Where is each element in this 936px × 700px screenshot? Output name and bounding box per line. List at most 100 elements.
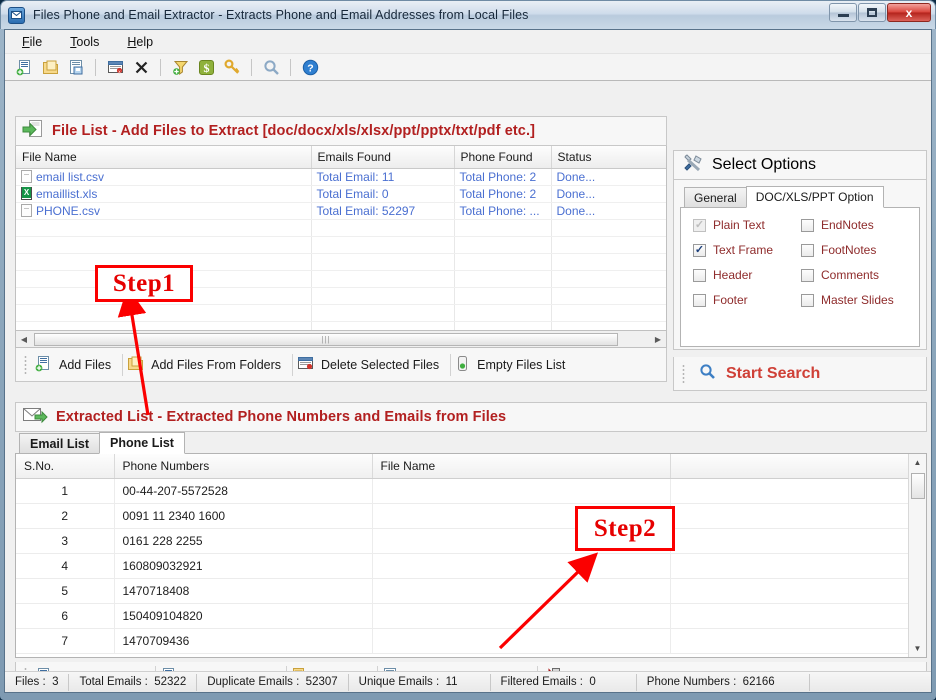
checkbox-icon[interactable] (801, 218, 814, 232)
checkbox-label: EndNotes (821, 218, 874, 232)
table-row[interactable]: 6 150409104820 (16, 603, 909, 629)
table-row[interactable]: emaillist.xls Total Email: 0 Total Phone… (16, 185, 666, 203)
file-list-button-bar: Add Files Add Files From Folders Delete … (15, 348, 667, 382)
phone-cell: 150409104820 (114, 603, 373, 629)
add-files-icon[interactable] (13, 57, 35, 78)
close-button[interactable]: x (887, 3, 931, 22)
sno-cell: 1 (16, 478, 115, 504)
extracted-list-grid[interactable]: S.No. Phone Numbers File Name 1 00-44-207… (15, 453, 927, 658)
table-row[interactable]: 3 0161 228 2255 (16, 528, 909, 554)
save-file-icon[interactable] (65, 57, 87, 78)
checkbox-icon[interactable] (801, 243, 814, 257)
menu-item-help[interactable]: Help (124, 33, 156, 51)
checkbox-icon[interactable] (801, 293, 814, 307)
file-list-grid[interactable]: File Name Emails Found Phone Found Statu… (15, 146, 667, 331)
checkbox-icon[interactable] (693, 243, 706, 257)
filter-icon[interactable] (169, 57, 191, 78)
scroll-up-icon[interactable]: ▲ (909, 454, 926, 471)
export-file-icon (22, 119, 44, 144)
checkbox-comments[interactable]: Comments (801, 268, 911, 282)
add-files-from-folders-button[interactable]: Add Files From Folders (123, 352, 292, 378)
status-duplicate-emails: Duplicate Emails : 52307 (197, 673, 347, 692)
checkbox-footnotes[interactable]: FootNotes (801, 243, 911, 257)
scroll-thumb[interactable]: ||| (34, 332, 618, 346)
checkbox-header[interactable]: Header (693, 268, 801, 282)
checkbox-text-frame[interactable]: Text Frame (693, 243, 801, 257)
title-bar: Files Phone and Email Extractor - Extrac… (0, 0, 936, 29)
options-checkbox-grid: Plain Text EndNotes Text Frame FootNotes… (693, 218, 911, 307)
checkbox-icon[interactable] (693, 268, 706, 282)
add-folder-icon[interactable] (39, 57, 61, 78)
tab-general[interactable]: General (684, 187, 747, 208)
empty-files-list-button[interactable]: Empty Files List (451, 352, 576, 378)
extracted-list-vertical-scrollbar[interactable]: ▲ ▼ (908, 454, 926, 657)
main-toolbar: x $ ? (5, 54, 931, 81)
scroll-right-icon[interactable]: ▶ (650, 332, 666, 347)
table-row[interactable]: 2 0091 11 2340 1600 (16, 503, 909, 529)
table-row[interactable]: email list.csv Total Email: 11 Total Pho… (16, 168, 666, 186)
status-duplicate-emails-value: 52307 (305, 676, 338, 688)
delete-selected-files-button[interactable]: Delete Selected Files (293, 352, 450, 378)
table-row[interactable]: PHONE.csv Total Email: 52297 Total Phone… (16, 202, 666, 220)
menu-item-file[interactable]: FFileile (19, 33, 45, 51)
table-row[interactable]: 4 160809032921 (16, 553, 909, 579)
phone-cell: 0161 228 2255 (114, 528, 373, 554)
table-row[interactable]: 1 00-44-207-5572528 (16, 478, 909, 504)
column-header-phone-found[interactable]: Phone Found (454, 146, 552, 169)
file-cell (372, 603, 671, 629)
checkbox-icon[interactable] (693, 218, 706, 232)
maximize-button[interactable] (858, 3, 886, 22)
scroll-thumb[interactable] (911, 473, 925, 499)
menu-bar: FFileile Tools Help (5, 30, 931, 54)
checkbox-endnotes[interactable]: EndNotes (801, 218, 911, 232)
column-header-sno[interactable]: S.No. (16, 454, 115, 479)
application-window: Files Phone and Email Extractor - Extrac… (0, 0, 936, 700)
table-row[interactable]: 7 1470709436 (16, 628, 909, 654)
status-filtered-emails: Filtered Emails : 0 (491, 673, 606, 692)
checkbox-icon[interactable] (693, 293, 706, 307)
table-row-empty (16, 304, 666, 322)
status-phone-numbers-value: 62166 (742, 676, 775, 688)
table-row-empty (16, 321, 666, 330)
select-options-header: Select Options (673, 150, 927, 180)
column-header-status[interactable]: Status (551, 146, 666, 169)
column-header-file-name[interactable]: File Name (372, 454, 671, 479)
column-header-phone-numbers[interactable]: Phone Numbers (114, 454, 373, 479)
key-icon[interactable] (221, 57, 243, 78)
checkbox-footer[interactable]: Footer (693, 293, 801, 307)
menu-item-tools[interactable]: Tools (67, 33, 102, 51)
file-list-horizontal-scrollbar[interactable]: ◀ ||| ▶ (15, 331, 667, 348)
toolbar-grip (682, 363, 685, 384)
column-header-emails-found[interactable]: Emails Found (311, 146, 455, 169)
phone-cell: 00-44-207-5572528 (114, 478, 373, 504)
options-tabs: General DOC/XLS/PPT Option (680, 186, 920, 208)
checkbox-label: Plain Text (713, 218, 765, 232)
minimize-button[interactable] (829, 3, 857, 22)
add-folder-icon (127, 355, 144, 375)
checkbox-plain-text[interactable]: Plain Text (693, 218, 801, 232)
column-header-blank[interactable] (670, 454, 909, 479)
help-icon[interactable]: ? (299, 57, 321, 78)
scroll-track[interactable]: ||| (32, 332, 650, 347)
dollar-icon[interactable]: $ (195, 57, 217, 78)
clear-x-icon[interactable] (130, 57, 152, 78)
select-options-panel: Select Options General DOC/XLS/PPT Optio… (673, 150, 927, 391)
scroll-down-icon[interactable]: ▼ (909, 640, 926, 657)
table-row[interactable]: 5 1470718408 (16, 578, 909, 604)
start-search-bar[interactable]: Start Search (673, 357, 927, 391)
tab-doc-xls-ppt-option[interactable]: DOC/XLS/PPT Option (745, 186, 884, 208)
status-unique-emails-value: 11 (445, 676, 458, 688)
sno-cell: 5 (16, 578, 115, 604)
checkbox-icon[interactable] (801, 268, 814, 282)
scroll-left-icon[interactable]: ◀ (16, 332, 32, 347)
status-files-label: Files : (15, 676, 46, 688)
search-icon[interactable] (260, 57, 282, 78)
delete-selected-icon[interactable]: x (104, 57, 126, 78)
add-files-button[interactable]: Add Files (31, 352, 122, 378)
checkbox-master-slides[interactable]: Master Slides (801, 293, 911, 307)
select-options-title: Select Options (712, 156, 817, 173)
tab-email-list[interactable]: Email List (19, 433, 101, 454)
tab-phone-list[interactable]: Phone List (99, 432, 185, 454)
status-files: Files : 3 (5, 673, 68, 692)
column-header-file-name[interactable]: File Name (16, 146, 312, 169)
